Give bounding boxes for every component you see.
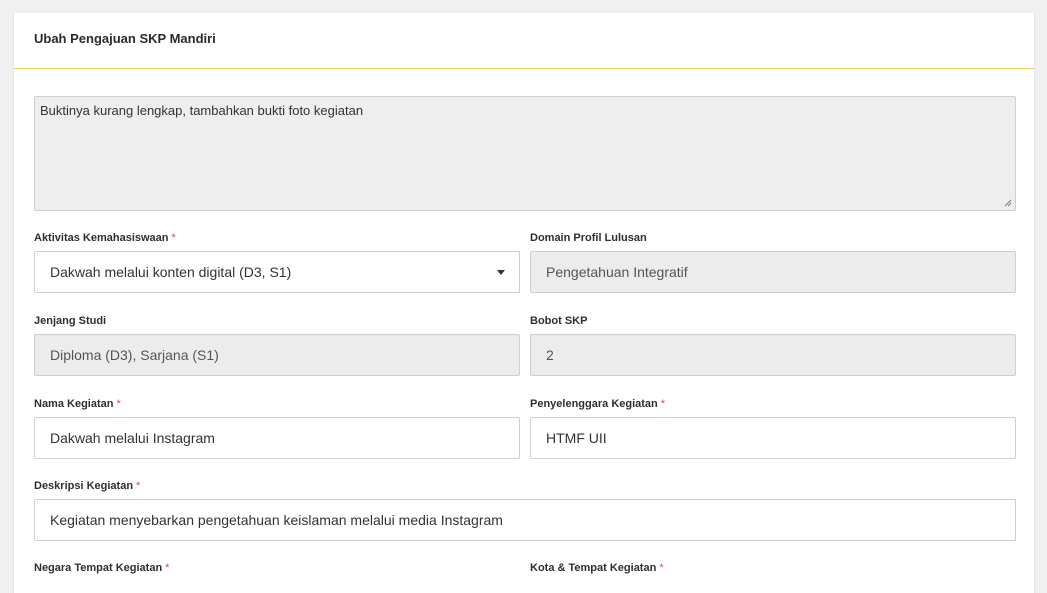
required-marker: * [116,398,121,410]
jenjang-label: Jenjang Studi [34,315,107,327]
notes-text: Buktinya kurang lengkap, tambahkan bukti… [40,103,364,118]
form-card: Ubah Pengajuan SKP Mandiri Buktinya kura… [13,13,1035,593]
notes-textarea[interactable]: Buktinya kurang lengkap, tambahkan bukti… [34,96,1016,211]
page-title: Ubah Pengajuan SKP Mandiri [34,31,216,46]
domain-field[interactable]: Pengetahuan Integratif [530,251,1016,293]
resize-grip-icon[interactable] [1004,199,1012,207]
required-marker: * [171,232,176,244]
aktivitas-label: Aktivitas Kemahasiswaan * [34,232,176,244]
deskripsi-input[interactable]: Kegiatan menyebarkan pengetahuan keislam… [34,499,1016,541]
aktivitas-selected-value: Dakwah melalui konten digital (D3, S1) [50,264,292,280]
required-marker: * [136,480,141,492]
aktivitas-select[interactable]: Dakwah melalui konten digital (D3, S1) [34,251,520,293]
domain-label: Domain Profil Lulusan [530,232,647,244]
card-header: Ubah Pengajuan SKP Mandiri [14,13,1034,69]
kota-label: Kota & Tempat Kegiatan * [530,562,664,574]
jenjang-field[interactable]: Diploma (D3), Sarjana (S1) [34,334,520,376]
required-marker: * [165,562,170,574]
required-marker: * [660,398,666,410]
bobot-label: Bobot SKP [530,315,588,327]
bobot-field[interactable]: 2 [530,334,1016,376]
nama-input[interactable]: Dakwah melalui Instagram [34,417,520,459]
deskripsi-label: Deskripsi Kegiatan * [34,480,141,492]
negara-label: Negara Tempat Kegiatan * [34,562,170,574]
penyelenggara-label: Penyelenggara Kegiatan * [530,398,666,410]
penyelenggara-input[interactable]: HTMF UII [530,417,1016,459]
required-marker: * [659,562,664,574]
chevron-down-icon [497,270,505,275]
nama-label: Nama Kegiatan * [34,398,121,410]
